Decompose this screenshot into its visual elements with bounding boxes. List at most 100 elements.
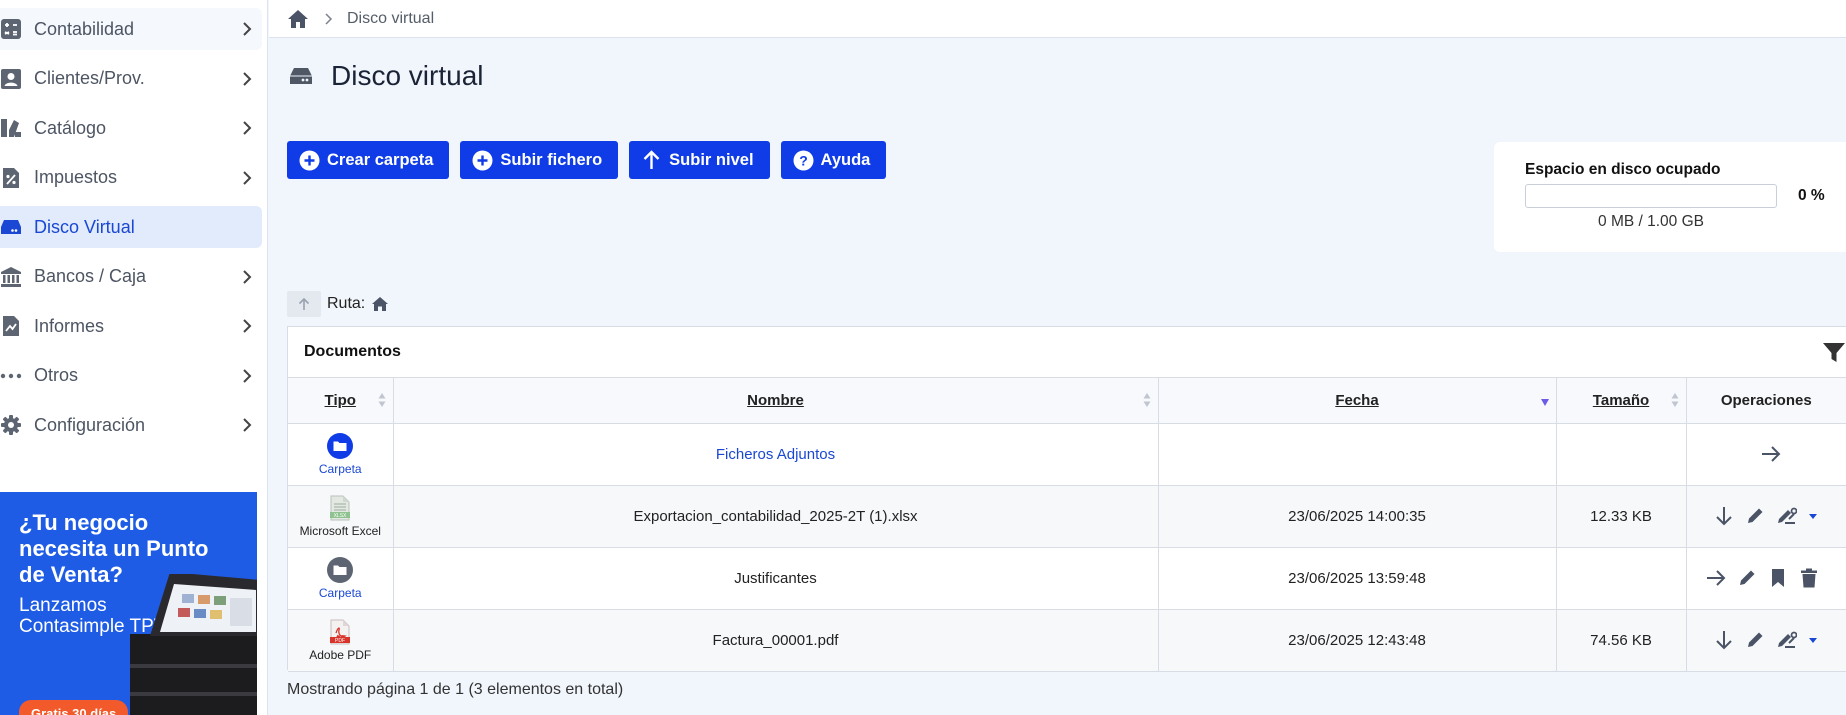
column-header-type[interactable]: Tipo <box>288 378 394 424</box>
upload-file-label: Subir fichero <box>500 150 603 169</box>
page-header: Disco virtual <box>289 60 483 92</box>
sidebar: Contabilidad Clientes/Prov. Catálogo Imp… <box>0 0 268 715</box>
help-button[interactable]: ? Ayuda <box>780 141 887 179</box>
arrow-right-icon[interactable] <box>1705 567 1727 589</box>
name-cell[interactable]: Factura_00001.pdf <box>393 609 1159 672</box>
svg-text:?: ? <box>799 152 808 168</box>
type-label: Carpeta <box>318 585 362 600</box>
create-folder-button[interactable]: Crear carpeta <box>287 141 450 179</box>
name-cell[interactable]: Justificantes <box>393 547 1159 610</box>
home-icon[interactable] <box>287 9 309 29</box>
pencil-icon[interactable] <box>1744 629 1766 651</box>
home-icon[interactable] <box>371 296 389 312</box>
route-up-button[interactable] <box>287 291 321 317</box>
sidebar-item-label: Contabilidad <box>34 18 135 39</box>
percent-document-icon <box>0 167 22 188</box>
documents-header: Documentos <box>288 327 1846 378</box>
chart-document-icon <box>0 316 22 336</box>
table-row: Carpeta Ficheros Adjuntos <box>288 423 1846 486</box>
sidebar-item-contabilidad[interactable]: Contabilidad <box>0 8 262 50</box>
hard-drive-icon <box>289 65 313 87</box>
sidebar-item-label: Configuración <box>34 414 146 435</box>
date-cell <box>1158 423 1557 486</box>
size-cell <box>1556 547 1687 610</box>
documents-title: Documentos <box>304 343 401 360</box>
table-row: Carpeta Justificantes 23/06/2025 13:59:4… <box>288 547 1846 610</box>
bookmark-icon[interactable] <box>1767 567 1789 589</box>
file-name: Exportacion_contabilidad_2025-2T (1).xls… <box>633 507 918 525</box>
file-name-link[interactable]: Ficheros Adjuntos <box>716 446 835 463</box>
toolbar: Crear carpeta Subir fichero Subir nivel … <box>287 141 897 179</box>
chevron-right-icon <box>240 269 254 284</box>
filter-icon[interactable] <box>1822 342 1846 364</box>
create-folder-label: Crear carpeta <box>327 150 434 169</box>
bank-icon <box>0 266 22 287</box>
sort-icon <box>1143 392 1151 408</box>
operations-cell <box>1686 547 1846 610</box>
chevron-right-icon <box>240 22 254 36</box>
sidebar-item-informes[interactable]: Informes <box>0 305 262 347</box>
sidebar-item-label: Impuestos <box>34 167 118 187</box>
column-header-date[interactable]: Fecha <box>1158 378 1557 424</box>
pencil-icon[interactable] <box>1736 567 1758 589</box>
share-link-icon[interactable] <box>1775 505 1797 527</box>
caret-down-icon[interactable] <box>1806 633 1820 647</box>
sidebar-item-label: Otros <box>34 365 79 385</box>
column-header-size[interactable]: Tamaño <box>1556 378 1687 424</box>
type-label: Adobe PDF <box>309 647 372 662</box>
promo-banner[interactable]: ¿Tu negocio necesita un Punto de Venta? … <box>0 492 257 715</box>
plus-circle-icon <box>472 150 493 171</box>
disk-usage-label: Espacio en disco ocupado <box>1525 161 1721 178</box>
size-cell <box>1556 423 1687 486</box>
level-up-button[interactable]: Subir nivel <box>629 141 770 179</box>
sidebar-item-label: Catálogo <box>34 117 107 138</box>
file-name: Factura_00001.pdf <box>712 631 839 649</box>
sidebar-item-otros[interactable]: Otros <box>0 355 262 397</box>
sidebar-item-bancos[interactable]: Bancos / Caja <box>0 256 262 298</box>
chevron-right-icon <box>240 71 254 86</box>
breadcrumb-current: Disco virtual <box>347 9 435 27</box>
sidebar-item-catalogo[interactable]: Catálogo <box>0 107 262 149</box>
sidebar-item-label: Bancos / Caja <box>34 266 147 286</box>
ellipsis-icon <box>0 366 22 386</box>
sidebar-item-impuestos[interactable]: Impuestos <box>0 157 262 199</box>
table-row: XLSX Microsoft Excel Exportacion_contabi… <box>288 485 1846 548</box>
trash-icon[interactable] <box>1798 567 1820 589</box>
file-name: Justificantes <box>734 569 817 587</box>
download-icon[interactable] <box>1713 505 1735 527</box>
column-header-label: Tipo <box>324 391 356 409</box>
promo-cta-button[interactable]: Gratis 30 días <box>19 700 129 715</box>
date-cell: 23/06/2025 12:43:48 <box>1158 609 1557 672</box>
sidebar-item-configuracion[interactable]: Configuración <box>0 404 262 446</box>
chevron-right-icon <box>323 12 335 25</box>
disk-usage-percent: 0 % <box>1798 187 1825 204</box>
hard-drive-icon <box>0 217 22 237</box>
date-cell: 23/06/2025 14:00:35 <box>1158 485 1557 548</box>
sidebar-item-disco-virtual[interactable]: Disco Virtual <box>0 206 262 248</box>
type-cell: PDF Adobe PDF <box>288 609 394 672</box>
share-link-icon[interactable] <box>1775 629 1797 651</box>
caret-down-icon[interactable] <box>1806 509 1820 523</box>
pencil-icon[interactable] <box>1744 505 1766 527</box>
name-cell[interactable]: Ficheros Adjuntos <box>393 423 1159 486</box>
name-cell[interactable]: Exportacion_contabilidad_2025-2T (1).xls… <box>393 485 1159 548</box>
column-header-name[interactable]: Nombre <box>393 378 1159 424</box>
download-icon[interactable] <box>1713 629 1735 651</box>
chevron-right-icon <box>240 121 254 135</box>
calculator-icon <box>0 19 22 39</box>
help-label: Ayuda <box>820 150 871 169</box>
excel-file-icon: XLSX <box>327 495 353 521</box>
sort-icon <box>1671 392 1679 408</box>
route-bar: Ruta: <box>287 291 389 317</box>
chevron-right-icon <box>240 368 254 383</box>
arrow-up-icon <box>641 149 662 171</box>
type-label: Microsoft Excel <box>299 523 381 538</box>
size-cell: 74.56 KB <box>1556 609 1687 672</box>
sidebar-item-clientes[interactable]: Clientes/Prov. <box>0 58 262 100</box>
table-header-row: Tipo Nombre Fecha Tamaño Operaciones <box>288 378 1846 424</box>
type-cell: Carpeta <box>288 547 394 610</box>
upload-file-button[interactable]: Subir fichero <box>460 141 619 179</box>
documents-table: Tipo Nombre Fecha Tamaño Operaciones Car… <box>288 378 1846 672</box>
arrow-right-icon[interactable] <box>1760 443 1782 465</box>
operations-cell <box>1686 609 1846 672</box>
